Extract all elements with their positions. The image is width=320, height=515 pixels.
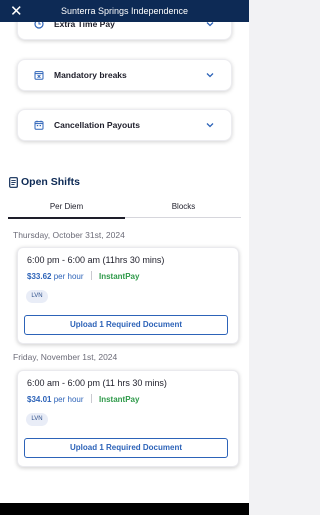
- pay-row: $33.62 per hour InstantPay: [27, 271, 139, 281]
- tab-per-diem[interactable]: Per Diem: [8, 199, 125, 215]
- pay-rate: $34.01: [27, 395, 52, 404]
- shift-time: 6:00 am - 6:00 pm (11 hrs 30 mins): [27, 378, 167, 388]
- active-tab-indicator: [8, 217, 125, 219]
- shift-date-heading: Friday, November 1st, 2024: [13, 352, 118, 362]
- facility-title: Sunterra Springs Independence: [60, 6, 189, 16]
- pay-rate: $33.62: [27, 272, 52, 281]
- calendar-x-icon: [34, 71, 44, 80]
- upload-document-button[interactable]: Upload 1 Required Document: [24, 315, 228, 335]
- chevron-down-icon: [206, 22, 214, 27]
- tab-blocks[interactable]: Blocks: [125, 199, 242, 215]
- tab-divider: [125, 217, 241, 218]
- calendar-icon: [34, 120, 44, 130]
- separator: [90, 271, 92, 280]
- pay-unit: per hour: [53, 272, 84, 281]
- clock-icon: [34, 22, 44, 29]
- instant-pay-label: InstantPay: [98, 272, 140, 281]
- pay-row: $34.01 per hour InstantPay: [27, 394, 139, 404]
- upload-document-button[interactable]: Upload 1 Required Document: [24, 438, 228, 458]
- shift-date-heading: Thursday, October 31st, 2024: [13, 230, 125, 240]
- document-icon: [9, 177, 18, 188]
- accordion-label: Extra Time Pay: [54, 22, 115, 29]
- top-bar: ✕ Sunterra Springs Independence: [0, 0, 249, 22]
- open-shifts-title: Open Shifts: [21, 176, 80, 188]
- role-badge: LVN: [26, 290, 48, 303]
- accordion-label: Cancellation Payouts: [54, 120, 140, 130]
- separator: [90, 394, 92, 403]
- shift-card[interactable]: 6:00 pm - 6:00 am (11hrs 30 mins) $33.62…: [17, 247, 239, 344]
- pay-unit: per hour: [53, 395, 84, 404]
- scroll-content[interactable]: Extra Time Pay Mandatory breaks Cancella…: [0, 22, 249, 503]
- accordion-label: Mandatory breaks: [54, 70, 127, 80]
- instant-pay-label: InstantPay: [98, 395, 140, 404]
- system-navigation-bar: [0, 503, 249, 515]
- shift-card[interactable]: 6:00 am - 6:00 pm (11 hrs 30 mins) $34.0…: [17, 370, 239, 467]
- accordion-extra-time-pay[interactable]: Extra Time Pay: [17, 22, 232, 40]
- chevron-down-icon: [206, 73, 214, 78]
- role-badge: LVN: [26, 413, 48, 426]
- accordion-cancellation-payouts[interactable]: Cancellation Payouts: [17, 109, 232, 141]
- accordion-mandatory-breaks[interactable]: Mandatory breaks: [17, 59, 232, 91]
- chevron-down-icon: [206, 123, 214, 128]
- shift-time: 6:00 pm - 6:00 am (11hrs 30 mins): [27, 255, 165, 265]
